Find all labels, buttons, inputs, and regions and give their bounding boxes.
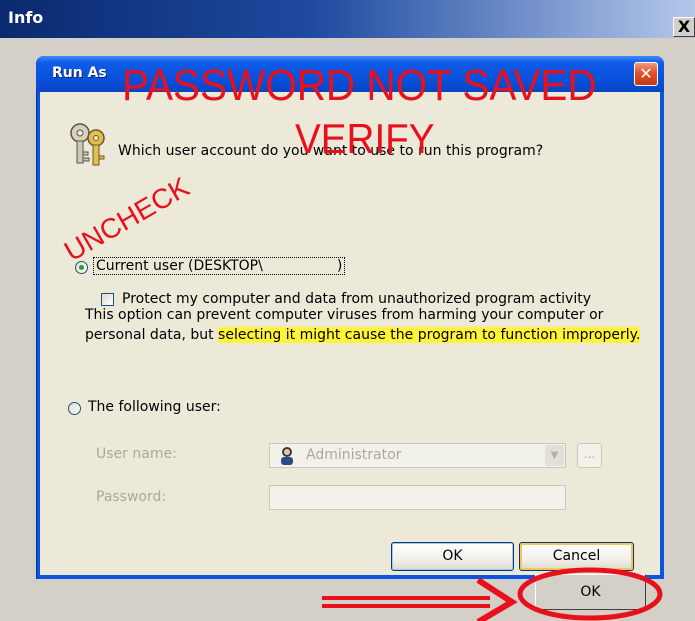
following-user-radio[interactable] — [68, 402, 81, 415]
protect-description: This option can prevent computer viruses… — [85, 305, 660, 345]
current-user-label[interactable]: Current user (DESKTOP\) — [93, 257, 346, 275]
user-name-label: User name: — [96, 446, 177, 462]
user-name-value: Administrator — [306, 447, 402, 463]
description-highlight: selecting it might cause the program to … — [218, 327, 641, 343]
following-user-label[interactable]: The following user: — [88, 399, 221, 415]
outer-titlebar: Info X — [0, 0, 695, 38]
user-name-combobox[interactable]: Administrator ▼ — [269, 443, 566, 468]
current-user-text: Current user (DESKTOP\ — [96, 258, 263, 274]
outer-window-title: Info — [8, 8, 44, 27]
password-field[interactable] — [269, 485, 566, 510]
outer-close-button[interactable]: X — [673, 17, 695, 37]
current-user-suffix: ) — [336, 258, 343, 274]
browse-user-button[interactable]: ... — [577, 443, 602, 468]
close-icon[interactable]: ✕ — [634, 62, 658, 86]
dialog-client-area: Which user account do you want to use to… — [40, 92, 660, 575]
annotation-verify: VERIFY — [295, 115, 435, 162]
password-label: Password: — [96, 489, 167, 505]
dropdown-arrow-icon[interactable]: ▼ — [545, 445, 564, 466]
annotation-password-not-saved: PASSWORD NOT SAVED — [122, 61, 597, 110]
cancel-button[interactable]: Cancel — [519, 542, 634, 571]
ok-button[interactable]: OK — [391, 542, 514, 571]
user-icon — [281, 447, 293, 465]
keys-icon — [70, 123, 105, 166]
dialog-title: Run As — [52, 65, 107, 81]
outer-ok-button[interactable]: OK — [535, 574, 646, 610]
